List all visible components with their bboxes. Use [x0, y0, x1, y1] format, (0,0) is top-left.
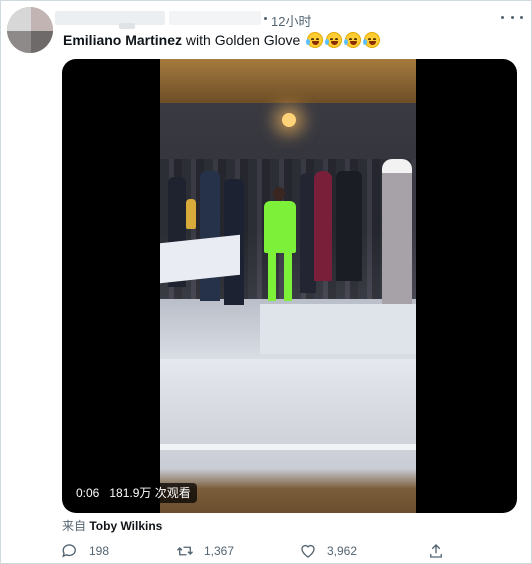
reply-count: 198: [89, 544, 110, 558]
reply-icon: [62, 544, 76, 558]
video-player[interactable]: 0:06 181.9万 次观看: [62, 59, 517, 513]
source-name[interactable]: Toby Wilkins: [89, 519, 162, 533]
tweet-text-body: with Golden Glove: [182, 32, 301, 48]
joy-emoji: [344, 32, 362, 48]
redacted-mark: [119, 23, 135, 29]
tweet-text: Emiliano Martinez with Golden Glove: [63, 32, 381, 48]
avatar[interactable]: [7, 7, 53, 53]
joy-emoji: [306, 32, 324, 48]
share-button[interactable]: [427, 541, 445, 561]
reply-button[interactable]: 198: [61, 541, 109, 561]
like-button[interactable]: 3,962: [299, 541, 357, 561]
video-view-count: 181.9万 次观看: [109, 486, 191, 500]
separator-dot: [264, 17, 267, 20]
retweet-button[interactable]: 1,367: [176, 541, 234, 561]
tweet-card[interactable]: 12小时 Emiliano Martinez with Golden Glove: [0, 0, 532, 564]
video-source: 来自 Toby Wilkins: [62, 517, 162, 534]
like-count: 3,962: [327, 544, 358, 558]
retweet-icon: [177, 546, 193, 556]
tweet-timestamp[interactable]: 12小时: [271, 11, 311, 30]
video-duration: 0:06: [76, 486, 100, 500]
retweet-count: 1,367: [204, 544, 235, 558]
heart-icon: [301, 544, 315, 558]
tweet-actions: 198 1,367 3,962: [61, 541, 461, 563]
joy-emoji: [325, 32, 343, 48]
source-prefix: 来自: [62, 519, 90, 533]
video-frame: [160, 59, 416, 513]
joy-emoji: [363, 32, 381, 48]
more-options-icon[interactable]: [501, 9, 523, 25]
redacted-display-name: [55, 11, 165, 25]
mentioned-name: Emiliano Martinez: [63, 32, 183, 48]
share-icon: [430, 544, 442, 558]
video-info-overlay: 0:06 181.9万 次观看: [70, 483, 197, 503]
redacted-username: [169, 11, 261, 25]
